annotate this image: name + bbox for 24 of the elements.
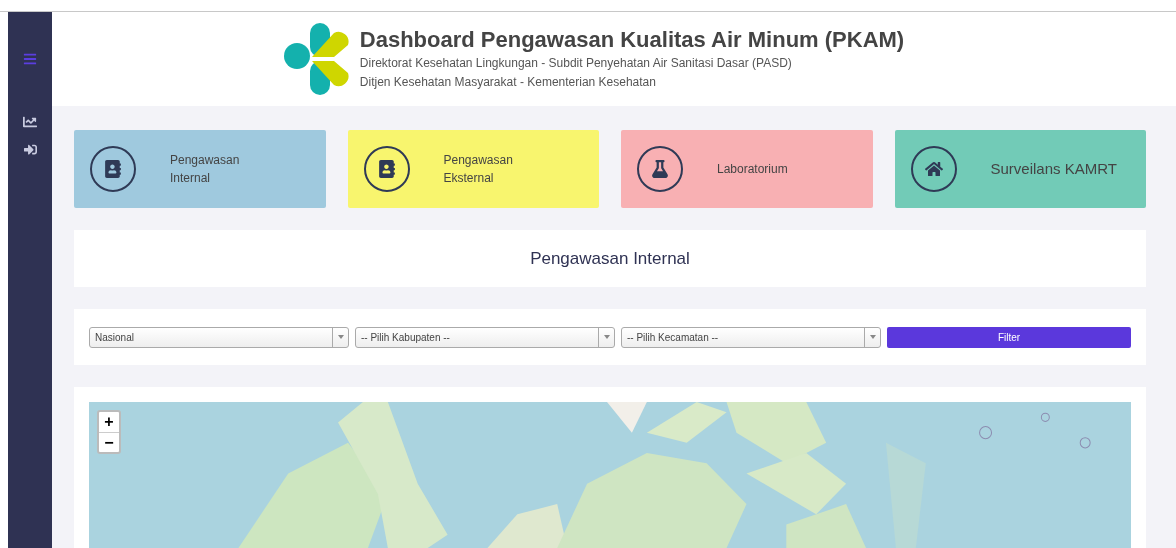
section-title: Pengawasan Internal [530,247,690,270]
dropdown-arrow-icon [869,335,876,339]
category-card[interactable]: Surveilans KAMRT [894,130,1146,208]
house-icon [924,160,943,178]
zoom-button[interactable]: − [99,432,119,452]
select-field[interactable]: -- Pilih Kecamatan -- [621,326,881,348]
login-icon[interactable] [23,143,37,156]
filter-button[interactable]: Filter [887,326,1131,348]
zoom-button[interactable]: + [99,412,119,432]
dashboard-title: Dashboard Pengawasan Kualitas Air Minum (PKAM) [359,26,905,54]
select-field[interactable]: -- Pilih Kabupaten -- [355,326,615,348]
dropdown-arrow-icon [603,335,610,339]
address-book-icon [104,160,122,178]
header-subtitle: Ditjen Kesehatan Masyarakat - Kementerian Kesehatan [359,74,657,91]
category-card[interactable]: Pengawasan Internal [74,130,326,208]
address-book-icon [377,160,396,178]
category-card[interactable]: Pengawasan Eksternal [347,130,599,208]
header-subtitle: Direktorat Kesehatan Lingkungan - Subdit Penyehatan Air Sanitasi Dasar (PASD) [359,55,793,72]
dropdown-arrow-icon [337,335,344,339]
flask-icon [651,160,669,178]
category-card[interactable]: Laboratorium [621,130,873,208]
select-field[interactable]: Nasional [89,326,349,348]
logo-icon [283,23,350,95]
chart-icon[interactable] [23,115,37,129]
